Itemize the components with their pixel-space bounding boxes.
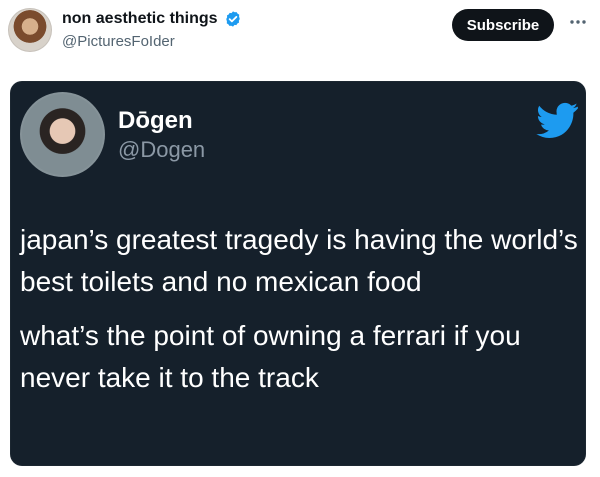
- tweet-paragraph-2: what’s the point of owning a ferrari if …: [20, 320, 521, 393]
- tweet-paragraph-1: japan’s greatest tragedy is having the w…: [20, 224, 578, 297]
- author-name: Dōgen: [118, 107, 193, 134]
- tweet-text: japan’s greatest tragedy is having the w…: [20, 219, 580, 399]
- twitter-bird-icon: [535, 102, 579, 138]
- account-name[interactable]: non aesthetic things: [62, 10, 218, 28]
- account-avatar[interactable]: [8, 8, 52, 52]
- verified-icon: [224, 10, 242, 28]
- subscribe-button[interactable]: Subscribe: [452, 9, 554, 41]
- more-icon[interactable]: [568, 12, 588, 32]
- post-header: non aesthetic things @PicturesFoIder Sub…: [0, 0, 600, 70]
- author-avatar: [20, 92, 105, 177]
- account-handle[interactable]: @PicturesFoIder: [62, 33, 175, 50]
- author-handle: @Dogen: [118, 137, 206, 162]
- embedded-tweet-card: Dōgen @Dogen japan’s greatest tragedy is…: [10, 81, 586, 466]
- account-name-row: non aesthetic things: [62, 10, 242, 28]
